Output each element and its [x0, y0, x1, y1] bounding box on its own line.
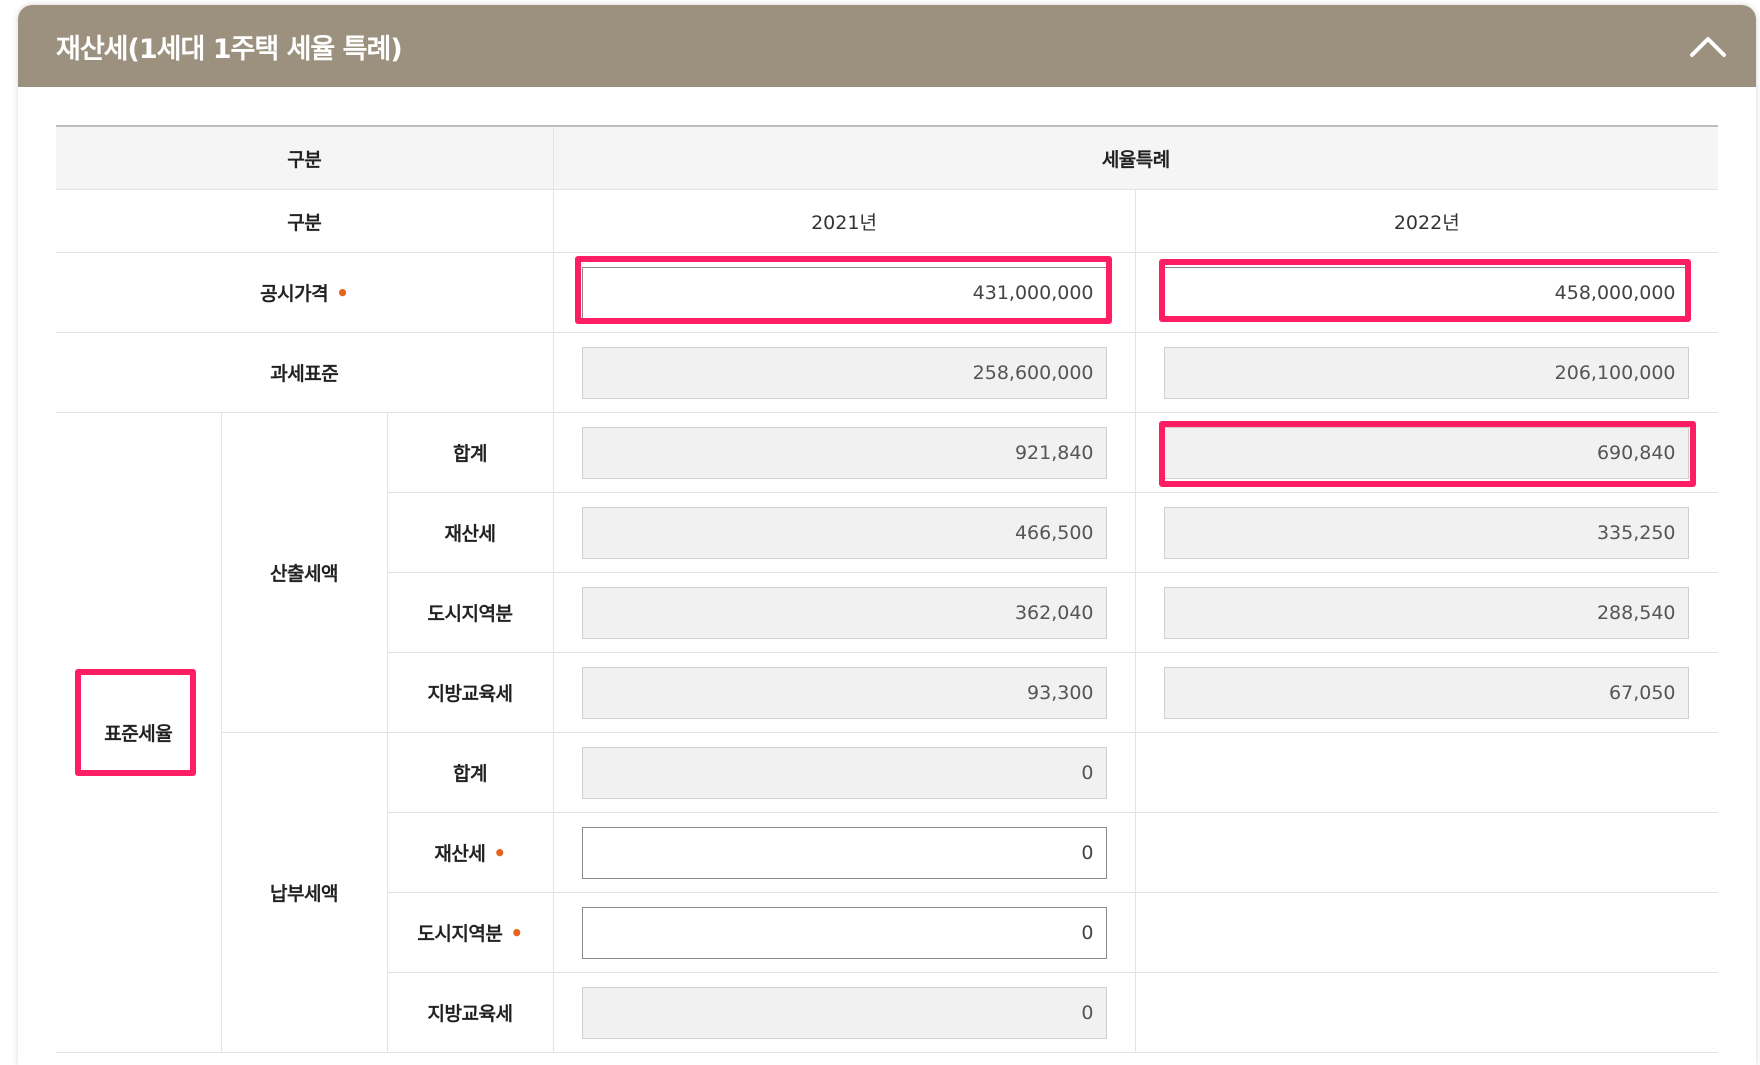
calc-property-label: 재산세	[386, 492, 554, 573]
required-mark: •	[493, 841, 506, 865]
collapse-button[interactable]	[1684, 27, 1732, 67]
calc-edu-2022-value: 67,050	[1163, 666, 1689, 719]
official-price-2021-cell	[552, 252, 1136, 333]
calc-total-2021-value: 921,840	[581, 426, 1107, 479]
tax-base-2022-value: 206,100,000	[1163, 346, 1689, 399]
pay-property-2022-cell	[1134, 812, 1719, 893]
official-price-2022-input[interactable]	[1163, 266, 1689, 319]
header-special-rate: 세율특례	[552, 125, 1719, 190]
pay-urban-label-text: 도시지역분	[417, 923, 503, 945]
official-price-2022-cell	[1134, 252, 1719, 333]
calc-property-2021-value: 466,500	[581, 506, 1107, 559]
panel-title: 재산세(1세대 1주택 세율 특례)	[56, 34, 403, 65]
pay-property-2021-cell	[552, 812, 1136, 893]
calc-property-2022-value: 335,250	[1163, 506, 1689, 559]
pay-total-2022-cell	[1134, 732, 1719, 813]
calc-total-2021-cell: 921,840	[552, 412, 1136, 493]
year-row-label: 구분	[56, 189, 554, 253]
calc-edu-2021-value: 93,300	[581, 666, 1107, 719]
pay-total-2021-cell: 0	[552, 732, 1136, 813]
official-price-label: 공시가격 •	[56, 252, 554, 333]
pay-urban-2022-cell	[1134, 892, 1719, 973]
calc-urban-2021-cell: 362,040	[552, 572, 1136, 653]
required-mark: •	[336, 281, 349, 305]
tax-base-row: 과세표준 258,600,000 206,100,000	[56, 332, 1719, 413]
pay-property-label-text: 재산세	[434, 843, 486, 865]
calc-total-2022-cell: 690,840	[1134, 412, 1719, 493]
year-row: 구분 2021년 2022년	[56, 189, 1719, 253]
calc-edu-2022-cell: 67,050	[1134, 652, 1719, 733]
pay-total-label: 합계	[386, 732, 554, 813]
standard-rate-label: 표준세율	[56, 412, 221, 1053]
pay-urban-2021-input[interactable]	[581, 906, 1107, 959]
pay-edu-2022-cell	[1134, 972, 1719, 1053]
calc-total-label: 합계	[386, 412, 554, 493]
year-2021-header: 2021년	[552, 189, 1136, 253]
calc-total-2022-value: 690,840	[1163, 426, 1689, 479]
official-price-label-text: 공시가격	[260, 283, 329, 305]
header-category: 구분	[56, 125, 554, 190]
year-2022-header: 2022년	[1134, 189, 1719, 253]
pay-urban-label: 도시지역분 •	[386, 892, 554, 973]
calc-edu-2021-cell: 93,300	[552, 652, 1136, 733]
calc-urban-2021-value: 362,040	[581, 586, 1107, 639]
tax-table: 구분 세율특례 구분 2021년 2022년 공시가격 • 과세표준 258,60…	[56, 125, 1719, 1053]
pay-total-row: 납부세액 합계 0	[56, 732, 1719, 1053]
calc-urban-label: 도시지역분	[386, 572, 554, 653]
official-price-2021-input[interactable]	[581, 266, 1107, 319]
calc-property-2022-cell: 335,250	[1134, 492, 1719, 573]
tax-base-2022-cell: 206,100,000	[1134, 332, 1719, 413]
panel-header[interactable]: 재산세(1세대 1주택 세율 특례)	[18, 5, 1756, 87]
pay-total-2021-value: 0	[581, 746, 1107, 799]
calc-total-row: 표준세율 산출세액 합계 921,840 690,840	[56, 412, 1719, 1053]
property-tax-panel: 재산세(1세대 1주택 세율 특례) 구분 세율특례 구분 2021년 2022…	[18, 5, 1756, 1065]
calc-urban-2022-cell: 288,540	[1134, 572, 1719, 653]
payable-tax-label: 납부세액	[220, 732, 387, 1053]
tax-base-label: 과세표준	[56, 332, 554, 413]
pay-property-2021-input[interactable]	[581, 826, 1107, 879]
calculated-tax-label: 산출세액	[220, 412, 387, 733]
official-price-row: 공시가격 •	[56, 252, 1719, 333]
calc-property-2021-cell: 466,500	[552, 492, 1136, 573]
pay-property-label: 재산세 •	[386, 812, 554, 893]
required-mark: •	[510, 921, 523, 945]
calc-urban-2022-value: 288,540	[1163, 586, 1689, 639]
table-header-row: 구분 세율특례	[56, 125, 1719, 190]
pay-edu-2021-value: 0	[581, 986, 1107, 1039]
tax-base-2021-cell: 258,600,000	[552, 332, 1136, 413]
pay-edu-label: 지방교육세	[386, 972, 554, 1053]
chevron-up-icon	[1690, 37, 1726, 57]
calc-edu-label: 지방교육세	[386, 652, 554, 733]
pay-edu-2021-cell: 0	[552, 972, 1136, 1053]
pay-urban-2021-cell	[552, 892, 1136, 973]
tax-base-2021-value: 258,600,000	[581, 346, 1107, 399]
